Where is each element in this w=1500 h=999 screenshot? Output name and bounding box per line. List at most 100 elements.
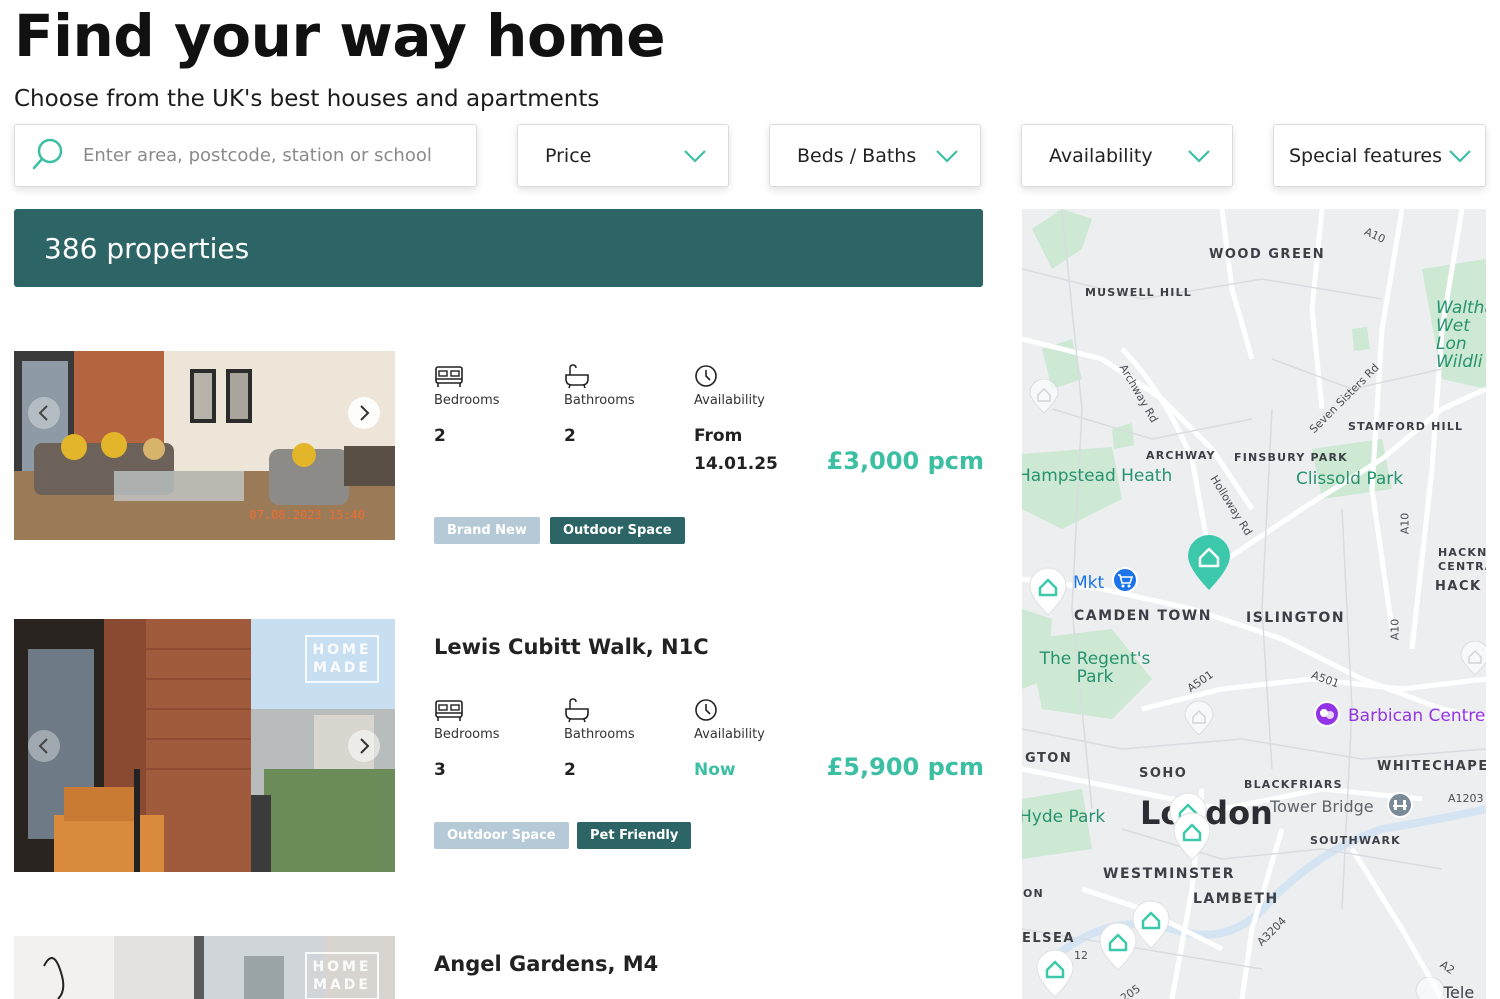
chevron-left-icon xyxy=(38,738,48,754)
next-photo-button[interactable] xyxy=(348,730,380,762)
special-features-dropdown-label: Special features xyxy=(1289,144,1442,167)
map-label-area: HACK xyxy=(1435,579,1482,594)
availability-dropdown[interactable]: Availability xyxy=(1021,124,1233,187)
map-label-area: BLACKFRIARS xyxy=(1244,778,1343,791)
chevron-left-icon xyxy=(38,405,48,421)
tag-brand-new: Brand New xyxy=(434,517,540,544)
map-label-road: A10 xyxy=(1388,618,1402,641)
tag-pet-friendly: Pet Friendly xyxy=(577,822,692,849)
listing-photo[interactable]: HOME MADE xyxy=(14,936,395,999)
search-input[interactable] xyxy=(83,145,453,166)
map-label-park: Hampstead Heath xyxy=(1022,466,1173,486)
availability-spec: Availability Now xyxy=(694,697,814,784)
map-label-road: A10 xyxy=(1398,512,1412,535)
bed-icon xyxy=(435,366,463,387)
bathrooms-label: Bathrooms xyxy=(564,393,635,408)
bath-icon xyxy=(565,698,589,723)
bed-icon xyxy=(435,700,463,721)
map-label-area: LAMBETH xyxy=(1193,891,1279,907)
bathrooms-value: 2 xyxy=(564,760,576,780)
bedrooms-spec: Bedrooms 3 xyxy=(434,697,554,784)
chevron-down-icon xyxy=(1188,149,1210,163)
listing-title[interactable]: Lewis Cubitt Walk, N1C xyxy=(434,635,709,659)
search-bar[interactable] xyxy=(14,124,477,187)
map-label-area: ARCHWAY xyxy=(1146,449,1216,462)
listing-title[interactable]: Angel Gardens, M4 xyxy=(434,952,658,976)
availability-label: Availability xyxy=(694,393,765,408)
availability-date: 14.01.25 xyxy=(694,454,778,474)
bathrooms-label: Bathrooms xyxy=(564,727,635,742)
bedrooms-label: Bedrooms xyxy=(434,727,500,742)
previous-photo-button[interactable] xyxy=(28,730,60,762)
map-label-area: GTON xyxy=(1025,751,1073,766)
bathrooms-value: 2 xyxy=(564,426,576,446)
chevron-right-icon xyxy=(360,405,370,421)
chevron-right-icon xyxy=(360,738,370,754)
listing-photo[interactable]: HOME MADE xyxy=(14,619,395,872)
map-label-area: MUSWELL HILL xyxy=(1085,286,1193,299)
map-label-area: STAMFORD HILL xyxy=(1348,420,1464,433)
search-icon xyxy=(31,137,65,175)
tag-outdoor-space: Outdoor Space xyxy=(550,517,685,544)
availability-value: From 14.01.25 xyxy=(694,422,814,478)
bathrooms-spec: Bathrooms 2 xyxy=(564,363,684,450)
map-label-area: SOUTHWARK xyxy=(1310,834,1401,847)
clock-icon xyxy=(695,365,717,387)
next-photo-button[interactable] xyxy=(348,397,380,429)
results-count: 386 properties xyxy=(44,231,250,265)
map-label-area: WOOD GREEN xyxy=(1209,247,1326,262)
previous-photo-button[interactable] xyxy=(28,397,60,429)
chevron-down-icon xyxy=(1449,149,1471,163)
map-label-area: WHITECHAPE xyxy=(1377,759,1486,774)
bedrooms-value: 2 xyxy=(434,426,446,446)
listing-photo[interactable]: 07.08.2023 15:40 xyxy=(14,351,395,540)
map-label-road: A1203 xyxy=(1448,792,1484,805)
special-features-dropdown[interactable]: Special features xyxy=(1273,124,1486,187)
bedrooms-label: Bedrooms xyxy=(434,393,500,408)
map-label-park: Waltham Wet Lon Wildli xyxy=(1436,298,1486,372)
map-label-area: WESTMINSTER xyxy=(1103,866,1235,882)
map-label-area: ISLINGTON xyxy=(1246,610,1346,626)
availability-value: Now xyxy=(694,760,736,780)
listing-card[interactable]: 07.08.2023 15:40 Bedrooms 2 Bathrooms 2 … xyxy=(14,351,984,551)
map-label-area: FINSBURY PARK xyxy=(1234,451,1348,464)
bedrooms-spec: Bedrooms 2 xyxy=(434,363,554,450)
map-label-park: Hyde Park xyxy=(1022,807,1106,827)
listing-card[interactable]: HOME MADE Angel Gardens, M4 xyxy=(14,936,984,999)
chevron-down-icon xyxy=(684,149,706,163)
map-base xyxy=(1022,209,1486,999)
watermark-logo: HOME MADE xyxy=(305,635,379,683)
page-subtitle: Choose from the UK's best houses and apa… xyxy=(14,86,600,112)
map-label-area: CENTRA xyxy=(1438,560,1486,573)
tag-outdoor-space: Outdoor Space xyxy=(434,822,569,849)
availability-spec: Availability From 14.01.25 xyxy=(694,363,814,478)
map-label-area: SOHO xyxy=(1139,766,1188,781)
listing-price: £5,900 pcm xyxy=(826,753,984,781)
map-label-park: The Regent's Park xyxy=(1039,649,1151,687)
map-label-area: ELSEA xyxy=(1022,931,1075,946)
listing-price: £3,000 pcm xyxy=(826,447,984,475)
map-panel[interactable]: WOOD GREEN MUSWELL HILL STAMFORD HILL AR… xyxy=(1022,209,1486,999)
map-label-tower-bridge: Tower Bridge xyxy=(1270,797,1374,816)
map-label-barbican: Barbican Centre xyxy=(1348,706,1486,726)
bath-icon xyxy=(565,364,589,389)
price-dropdown[interactable]: Price xyxy=(517,124,729,187)
chevron-down-icon xyxy=(936,149,958,163)
clock-icon xyxy=(695,699,717,721)
map-label-park: Clissold Park xyxy=(1296,469,1404,489)
bedrooms-value: 3 xyxy=(434,760,446,780)
page-title: Find your way home xyxy=(14,2,666,70)
map-label-area: HACKNE xyxy=(1438,546,1486,559)
listing-card[interactable]: HOME MADE Lewis Cubitt Walk, N1C Bedroom… xyxy=(14,619,984,879)
beds-baths-dropdown-label: Beds / Baths xyxy=(797,144,917,167)
map-label-market: Mkt xyxy=(1073,573,1105,593)
watermark-logo: HOME MADE xyxy=(305,952,379,999)
availability-from: From xyxy=(694,426,743,446)
beds-baths-dropdown[interactable]: Beds / Baths xyxy=(769,124,981,187)
results-count-bar: 386 properties xyxy=(14,209,983,287)
bathrooms-spec: Bathrooms 2 xyxy=(564,697,684,784)
availability-label: Availability xyxy=(694,727,765,742)
map-label-poi: Tele xyxy=(1443,983,1475,999)
price-dropdown-label: Price xyxy=(545,144,592,167)
availability-dropdown-label: Availability xyxy=(1049,144,1153,167)
